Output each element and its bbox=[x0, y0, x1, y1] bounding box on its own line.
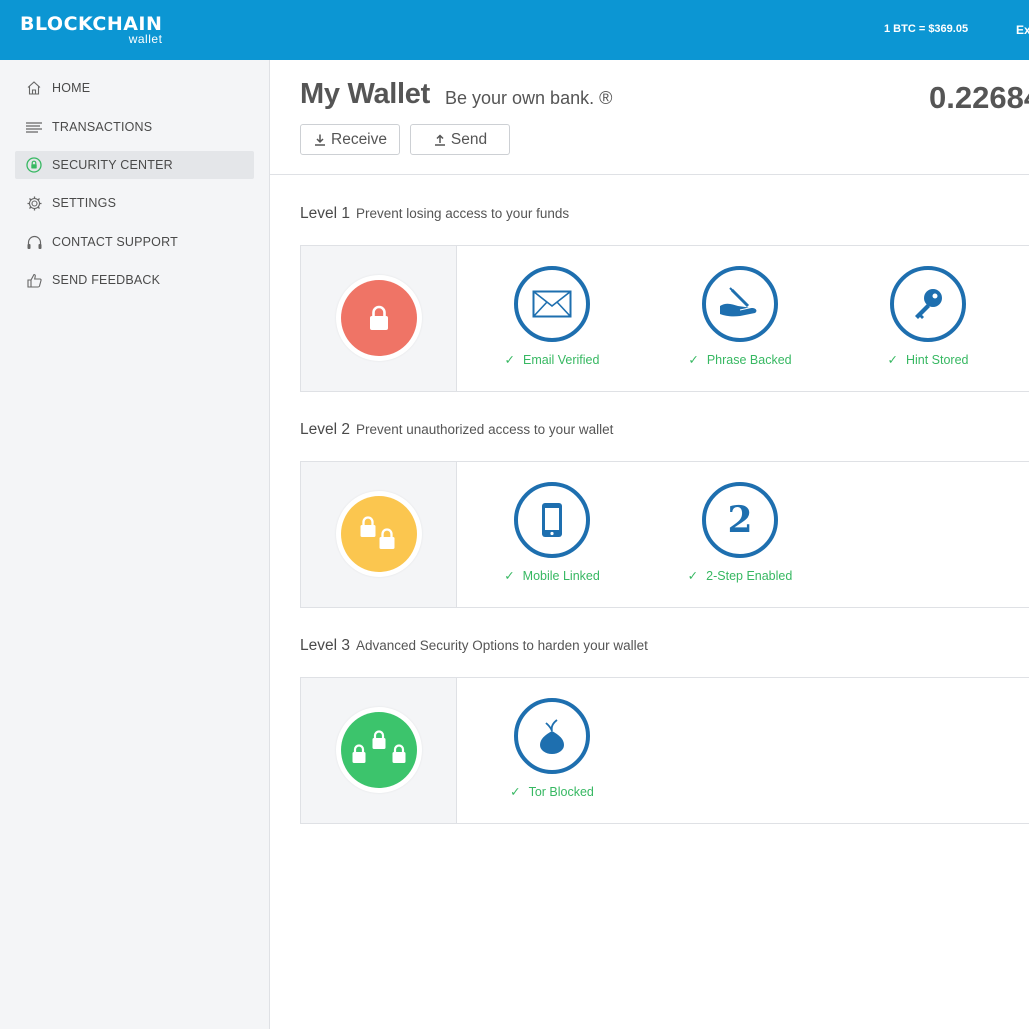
btc-exchange-rate: 1 BTC = $369.05 bbox=[884, 23, 969, 35]
level-badge-area bbox=[301, 678, 457, 823]
sidebar-item-label: SETTINGS bbox=[52, 196, 117, 210]
number-two-icon: 2 bbox=[702, 482, 778, 558]
feature-label: Phrase Backed bbox=[706, 353, 792, 367]
level-number: Level 3 bbox=[300, 637, 350, 654]
level-description: Prevent unauthorized access to your wall… bbox=[355, 422, 614, 437]
sidebar: HOME TRANSACTIONS SECURITY CENTER SETTIN… bbox=[0, 60, 270, 1029]
level-description: Advanced Security Options to harden your… bbox=[355, 638, 648, 653]
onion-icon bbox=[514, 698, 590, 774]
level-badge-ring bbox=[336, 275, 422, 361]
sidebar-item-home[interactable]: HOME bbox=[15, 74, 254, 102]
sidebar-item-label: TRANSACTIONS bbox=[52, 120, 153, 134]
feature-phrase-backed[interactable]: ✓ Phrase Backed bbox=[675, 266, 805, 376]
download-icon bbox=[315, 134, 325, 146]
thumbs-up-icon bbox=[25, 271, 43, 289]
page-title: My Wallet bbox=[300, 78, 430, 110]
level-badge-ring bbox=[336, 707, 422, 793]
checkmark-icon: ✓ bbox=[688, 353, 699, 367]
hand-writing-icon bbox=[702, 266, 778, 342]
feature-label: Mobile Linked bbox=[522, 569, 600, 583]
sidebar-item-label: CONTACT SUPPORT bbox=[52, 235, 178, 249]
level-3-heading: Level 3 Advanced Security Options to hard… bbox=[300, 637, 648, 655]
single-lock-badge-icon bbox=[341, 280, 417, 356]
topbar-clipped-link[interactable]: Ex bbox=[1016, 23, 1029, 37]
feature-status: ✓ Email Verified bbox=[487, 352, 617, 367]
level-2-heading: Level 2 Prevent unauthorized access to yo… bbox=[300, 421, 613, 439]
envelope-icon bbox=[514, 266, 590, 342]
top-bar: BLOCKCHAIN wallet 1 BTC = $369.05 Ex bbox=[0, 0, 1029, 60]
feature-hint-stored[interactable]: ✓ Hint Stored bbox=[863, 266, 993, 376]
level-description: Prevent losing access to your funds bbox=[355, 206, 570, 221]
wallet-balance: 0.22684 bbox=[929, 80, 1029, 115]
key-icon bbox=[890, 266, 966, 342]
sidebar-item-label: HOME bbox=[52, 81, 91, 95]
sidebar-item-contact-support[interactable]: CONTACT SUPPORT bbox=[15, 228, 254, 256]
feature-label: 2-Step Enabled bbox=[706, 569, 793, 583]
checkmark-icon: ✓ bbox=[887, 353, 898, 367]
transactions-icon bbox=[25, 118, 43, 136]
feature-2-step-enabled[interactable]: 2 ✓ 2-Step Enabled bbox=[675, 482, 805, 592]
level-1-heading: Level 1 Prevent losing access to your fun… bbox=[300, 205, 569, 223]
feature-label: Tor Blocked bbox=[528, 785, 594, 799]
level-2-panel: ✓ Mobile Linked 2 ✓ 2-Step Enabled bbox=[300, 461, 1029, 608]
send-button[interactable]: Send bbox=[410, 124, 510, 155]
home-icon bbox=[25, 79, 43, 97]
feature-status: ✓ Mobile Linked bbox=[487, 568, 617, 583]
level-number: Level 1 bbox=[300, 205, 350, 222]
feature-status: ✓ Hint Stored bbox=[863, 352, 993, 367]
feature-status: ✓ Phrase Backed bbox=[675, 352, 805, 367]
sidebar-item-transactions[interactable]: TRANSACTIONS bbox=[15, 113, 254, 141]
page-tagline: Be your own bank. ® bbox=[445, 88, 613, 108]
level-badge-area bbox=[301, 462, 457, 607]
logo-sub-text: wallet bbox=[128, 32, 163, 46]
gear-icon bbox=[25, 194, 43, 212]
upload-icon bbox=[434, 133, 445, 146]
send-button-label: Send bbox=[450, 130, 488, 148]
checkmark-icon: ✓ bbox=[510, 785, 521, 799]
headset-icon bbox=[25, 233, 43, 251]
logo-main-text: BLOCKCHAIN bbox=[20, 13, 163, 35]
blockchain-logo[interactable]: BLOCKCHAIN wallet bbox=[20, 13, 163, 46]
lock-icon bbox=[25, 156, 43, 174]
level-badge-area bbox=[301, 246, 457, 391]
checkmark-icon: ✓ bbox=[687, 569, 699, 583]
svg-text:2: 2 bbox=[727, 503, 752, 537]
receive-button-label: Receive bbox=[331, 130, 387, 148]
sidebar-item-security-center[interactable]: SECURITY CENTER bbox=[15, 151, 254, 179]
triple-lock-badge-icon bbox=[341, 712, 417, 788]
level-3-panel: ✓ Tor Blocked bbox=[300, 677, 1029, 824]
sidebar-item-label: SEND FEEDBACK bbox=[52, 273, 161, 287]
feature-status: ✓ 2-Step Enabled bbox=[675, 568, 805, 583]
sidebar-item-label: SECURITY CENTER bbox=[52, 158, 173, 172]
mobile-phone-icon bbox=[514, 482, 590, 558]
feature-email-verified[interactable]: ✓ Email Verified bbox=[487, 266, 617, 376]
checkmark-icon: ✓ bbox=[504, 569, 515, 583]
sidebar-item-settings[interactable]: SETTINGS bbox=[15, 189, 254, 217]
header-divider bbox=[270, 174, 1029, 175]
double-lock-badge-icon bbox=[341, 496, 417, 572]
feature-status: ✓ Tor Blocked bbox=[487, 784, 617, 799]
sidebar-item-send-feedback[interactable]: SEND FEEDBACK bbox=[15, 266, 254, 294]
checkmark-icon: ✓ bbox=[504, 353, 516, 367]
receive-button[interactable]: Receive bbox=[300, 124, 400, 155]
feature-label: Hint Stored bbox=[905, 353, 969, 367]
feature-mobile-linked[interactable]: ✓ Mobile Linked bbox=[487, 482, 617, 592]
level-badge-ring bbox=[336, 491, 422, 577]
feature-label: Email Verified bbox=[523, 353, 600, 367]
feature-tor-blocked[interactable]: ✓ Tor Blocked bbox=[487, 698, 617, 808]
level-1-panel: ✓ Email Verified ✓ Phrase Backed ✓ Hint Sto… bbox=[300, 245, 1029, 392]
level-number: Level 2 bbox=[300, 421, 350, 438]
